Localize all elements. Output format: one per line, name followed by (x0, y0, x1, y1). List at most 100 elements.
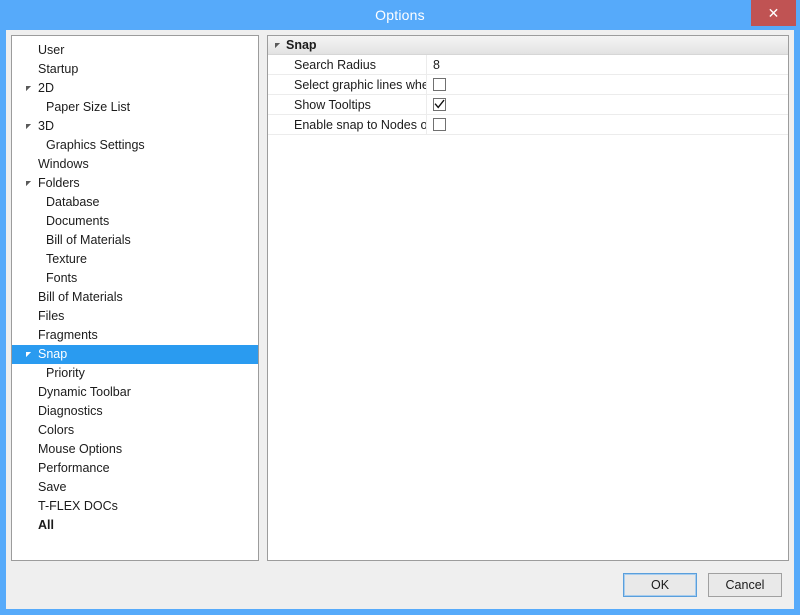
sidebar-item-label: Fragments (36, 326, 98, 345)
sidebar-item-graphics-settings[interactable]: Graphics Settings (12, 136, 258, 155)
sidebar-item-bill-of-materials[interactable]: Bill of Materials (12, 288, 258, 307)
sidebar-item-fragments[interactable]: Fragments (12, 326, 258, 345)
property-value-cell[interactable] (426, 115, 788, 135)
property-group-label: Snap (286, 36, 317, 55)
expand-triangle-icon[interactable] (20, 79, 36, 98)
property-name: Search Radius (268, 58, 426, 72)
sidebar-item-label: Snap (36, 345, 67, 364)
expand-triangle-icon[interactable] (20, 117, 36, 136)
sidebar-item-user[interactable]: User (12, 41, 258, 60)
property-value-cell[interactable]: 8 (426, 55, 788, 75)
tree-indent-spacer (20, 383, 36, 402)
options-category-tree[interactable]: UserStartup2DPaper Size List3DGraphics S… (11, 35, 259, 561)
sidebar-item-label: Files (36, 307, 64, 326)
sidebar-item-snap[interactable]: Snap (12, 345, 258, 364)
sidebar-item-label: Mouse Options (36, 440, 122, 459)
property-row: Enable snap to Nodes on... (268, 115, 788, 135)
checkbox-unchecked[interactable] (433, 78, 446, 91)
sidebar-item-windows[interactable]: Windows (12, 155, 258, 174)
tree-indent-spacer (20, 155, 36, 174)
tree-indent-spacer (20, 307, 36, 326)
tree-indent-spacer (20, 41, 36, 60)
tree-indent-spacer (12, 136, 44, 155)
sidebar-item-label: Bill of Materials (44, 231, 131, 250)
sidebar-item-2d[interactable]: 2D (12, 79, 258, 98)
sidebar-item-3d[interactable]: 3D (12, 117, 258, 136)
property-rows-container: Search Radius8Select graphic lines when.… (268, 55, 788, 135)
property-grid-panel[interactable]: Snap Search Radius8Select graphic lines … (267, 35, 789, 561)
sidebar-item-label: Diagnostics (36, 402, 103, 421)
sidebar-item-label: Windows (36, 155, 89, 174)
checkbox-unchecked[interactable] (433, 118, 446, 131)
sidebar-item-paper-size-list[interactable]: Paper Size List (12, 98, 258, 117)
sidebar-item-files[interactable]: Files (12, 307, 258, 326)
sidebar-item-label: Colors (36, 421, 74, 440)
sidebar-item-label: Startup (36, 60, 78, 79)
cancel-button[interactable]: Cancel (708, 573, 782, 597)
property-group-header-snap[interactable]: Snap (268, 36, 788, 55)
tree-indent-spacer (20, 326, 36, 345)
sidebar-item-all[interactable]: All (12, 516, 258, 535)
sidebar-item-diagnostics[interactable]: Diagnostics (12, 402, 258, 421)
property-row: Show Tooltips (268, 95, 788, 115)
property-name: Enable snap to Nodes on... (268, 118, 426, 132)
sidebar-item-label: Folders (36, 174, 80, 193)
sidebar-item-fonts[interactable]: Fonts (12, 269, 258, 288)
property-value-cell[interactable] (426, 95, 788, 115)
tree-items-container: UserStartup2DPaper Size List3DGraphics S… (12, 36, 258, 535)
sidebar-item-label: Save (36, 478, 67, 497)
sidebar-item-label: Paper Size List (44, 98, 130, 117)
expand-triangle-icon[interactable] (20, 345, 36, 364)
sidebar-item-priority[interactable]: Priority (12, 364, 258, 383)
sidebar-item-label: T-FLEX DOCs (36, 497, 118, 516)
sidebar-item-database[interactable]: Database (12, 193, 258, 212)
tree-indent-spacer (20, 440, 36, 459)
tree-indent-spacer (20, 516, 36, 535)
sidebar-item-label: Dynamic Toolbar (36, 383, 131, 402)
sidebar-item-performance[interactable]: Performance (12, 459, 258, 478)
sidebar-item-label: Texture (44, 250, 87, 269)
sidebar-item-t-flex-docs[interactable]: T-FLEX DOCs (12, 497, 258, 516)
sidebar-item-documents[interactable]: Documents (12, 212, 258, 231)
tree-indent-spacer (12, 231, 44, 250)
tree-indent-spacer (12, 193, 44, 212)
tree-indent-spacer (12, 212, 44, 231)
tree-indent-spacer (12, 269, 44, 288)
sidebar-item-label: User (36, 41, 64, 60)
sidebar-item-label: Performance (36, 459, 110, 478)
sidebar-item-label: Fonts (44, 269, 77, 288)
sidebar-item-label: All (36, 516, 54, 535)
sidebar-item-colors[interactable]: Colors (12, 421, 258, 440)
sidebar-item-label: Documents (44, 212, 109, 231)
expand-triangle-icon[interactable] (20, 174, 36, 193)
sidebar-item-texture[interactable]: Texture (12, 250, 258, 269)
ok-button[interactable]: OK (623, 573, 697, 597)
sidebar-item-startup[interactable]: Startup (12, 60, 258, 79)
sidebar-item-mouse-options[interactable]: Mouse Options (12, 440, 258, 459)
dialog-footer: OK Cancel (6, 561, 794, 609)
sidebar-item-label: Bill of Materials (36, 288, 123, 307)
tree-indent-spacer (20, 288, 36, 307)
sidebar-item-save[interactable]: Save (12, 478, 258, 497)
sidebar-item-label: Database (44, 193, 100, 212)
sidebar-item-label: Priority (44, 364, 85, 383)
sidebar-item-label: Graphics Settings (44, 136, 145, 155)
sidebar-item-dynamic-toolbar[interactable]: Dynamic Toolbar (12, 383, 258, 402)
property-value-cell[interactable] (426, 75, 788, 95)
sidebar-item-bill-of-materials[interactable]: Bill of Materials (12, 231, 258, 250)
property-row: Select graphic lines when... (268, 75, 788, 95)
tree-indent-spacer (20, 459, 36, 478)
close-icon[interactable]: ✕ (751, 0, 796, 26)
tree-indent-spacer (20, 421, 36, 440)
tree-indent-spacer (12, 364, 44, 383)
property-name: Select graphic lines when... (268, 78, 426, 92)
sidebar-item-folders[interactable]: Folders (12, 174, 258, 193)
tree-indent-spacer (20, 402, 36, 421)
tree-indent-spacer (20, 478, 36, 497)
collapse-triangle-icon[interactable] (268, 36, 286, 55)
property-row: Search Radius8 (268, 55, 788, 75)
tree-indent-spacer (20, 60, 36, 79)
tree-indent-spacer (20, 497, 36, 516)
property-name: Show Tooltips (268, 98, 426, 112)
checkbox-checked[interactable] (433, 98, 446, 111)
